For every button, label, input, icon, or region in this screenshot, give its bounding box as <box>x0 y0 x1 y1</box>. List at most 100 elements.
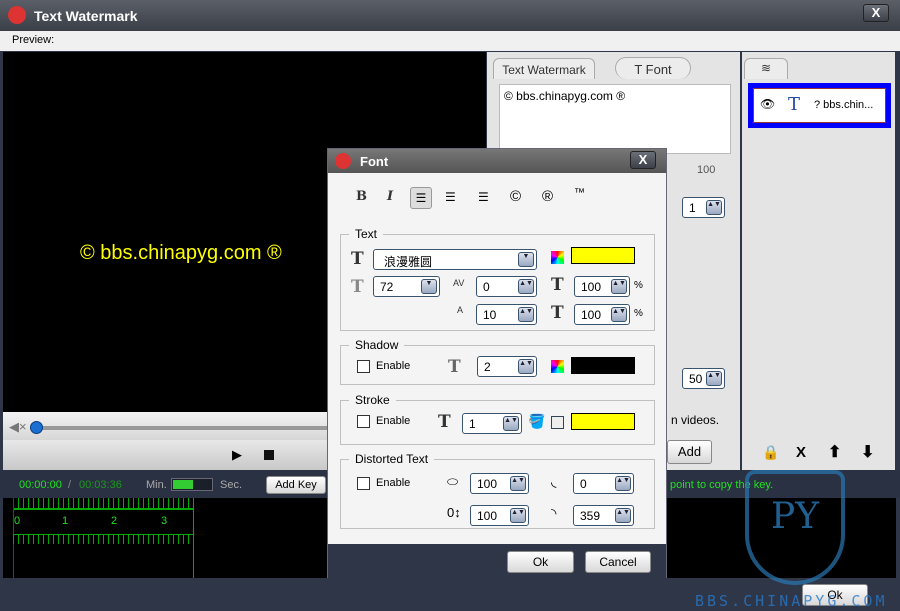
app-icon <box>8 6 26 24</box>
distorted-enable-checkbox[interactable] <box>357 477 370 490</box>
shadow-group-label: Shadow <box>349 338 405 352</box>
window-title: Text Watermark <box>34 8 138 24</box>
vertical-distort-spin[interactable]: 100 ▲▼ <box>470 505 529 526</box>
percent-label: % <box>634 308 643 319</box>
registered-button[interactable]: ® <box>542 188 553 205</box>
layers-panel: ≋ 👁 T ? bbs.chin... 🔒 X ⬆ ⬇ <box>742 52 895 470</box>
align-left-button[interactable]: ☰ <box>410 187 432 209</box>
width-scale-spin[interactable]: 100 ▲▼ <box>574 276 630 297</box>
shadow-icon: T <box>448 357 461 377</box>
start-angle-spin[interactable]: 0 ▲▼ <box>573 473 634 494</box>
tab-font[interactable]: T Font <box>615 57 691 79</box>
font-dialog-title: Font <box>360 154 389 169</box>
font-cancel-button[interactable]: Cancel <box>585 551 651 573</box>
shadow-enable-label: Enable <box>376 360 411 372</box>
ruler-tick: 1 <box>62 515 69 527</box>
stroke-color-checkbox[interactable] <box>551 416 564 429</box>
stroke-group: Stroke Enable T 1 ▲▼ 🪣 <box>340 393 655 445</box>
layer-item[interactable]: 👁 T ? bbs.chin... <box>748 83 891 128</box>
mute-icon[interactable]: ◀× <box>9 419 27 435</box>
preview-label: Preview: <box>0 31 900 51</box>
current-time: 00:00:00 <box>19 479 62 491</box>
shadow-color-swatch[interactable] <box>571 357 635 374</box>
copyright-button[interactable]: © <box>510 188 521 205</box>
line-spacing-spin[interactable]: 10 ▲▼ <box>476 304 537 325</box>
tab-layers[interactable]: ≋ <box>744 58 788 79</box>
play-icon[interactable]: ▶ <box>232 447 242 463</box>
font-size-select[interactable]: 72 ▼ <box>373 276 440 297</box>
stroke-icon: T <box>438 412 451 432</box>
move-up-icon[interactable]: ⬆ <box>828 442 841 462</box>
color-picker-icon[interactable] <box>551 360 564 373</box>
shadow-depth-spin[interactable]: 2 ▲▼ <box>477 356 537 377</box>
font-dialog-close[interactable]: X <box>630 151 656 169</box>
percent-label: % <box>634 280 643 291</box>
close-button[interactable]: X <box>863 4 889 22</box>
text-group-label: Text <box>349 227 384 241</box>
delete-layer-button[interactable]: X <box>796 444 806 461</box>
angle-spin[interactable]: 50 ▲▼ <box>682 368 725 389</box>
repeat-spin[interactable]: 1 ▲▼ <box>682 197 725 218</box>
horizontal-distort-icon: ⬭ <box>447 474 459 489</box>
min-label: Min. <box>146 479 167 491</box>
stroke-color-swatch[interactable] <box>571 413 635 430</box>
watermark-logo: PY <box>745 470 845 585</box>
stop-icon[interactable] <box>264 450 274 460</box>
height-scale-icon: T <box>551 303 564 323</box>
ruler-tick: 2 <box>111 515 118 527</box>
align-center-button[interactable]: ☰ <box>445 190 456 204</box>
seek-handle[interactable] <box>30 421 43 434</box>
font-dialog-footer: Ok Cancel <box>328 544 666 578</box>
eye-icon[interactable]: 👁 <box>760 97 775 111</box>
distorted-group: Distorted Text Enable ⬭ 100 ▲▼ ◟ 0 ▲▼ 0↕ 1… <box>340 452 655 529</box>
time-separator: / <box>68 479 72 491</box>
char-spacing-spin[interactable]: 0 ▲▼ <box>476 276 537 297</box>
info-text: n videos. <box>671 413 720 427</box>
total-time: 00:03:36 <box>79 479 122 491</box>
app-icon <box>335 153 351 169</box>
move-down-icon[interactable]: ⬇ <box>861 442 874 462</box>
font-icon: T <box>351 249 364 269</box>
shadow-group: Shadow Enable T 2 ▲▼ <box>340 338 655 385</box>
layer-label: ? bbs.chin... <box>814 99 874 111</box>
sec-label: Sec. <box>220 479 243 491</box>
height-scale-spin[interactable]: 100 ▲▼ <box>574 304 630 325</box>
font-dialog: Font X B I ☰ ☰ ☰ © ® ™ Text T 浪漫雅圆 ▼ T 72… <box>327 148 667 578</box>
font-dialog-titlebar: Font X <box>328 149 666 173</box>
line-spacing-icon: A <box>457 305 464 315</box>
end-angle-spin[interactable]: 359 ▲▼ <box>573 505 634 526</box>
stroke-width-spin[interactable]: 1 ▲▼ <box>462 413 522 434</box>
lock-icon[interactable]: 🔒 <box>762 444 779 461</box>
tab-text-watermark[interactable]: Text Watermark <box>493 58 595 79</box>
horizontal-distort-spin[interactable]: 100 ▲▼ <box>470 473 529 494</box>
text-color-swatch[interactable] <box>571 247 635 264</box>
watermark-text-input[interactable]: © bbs.chinapyg.com ® <box>499 84 731 154</box>
text-layer-icon: T <box>788 94 801 115</box>
bold-button[interactable]: B <box>356 189 367 204</box>
width-scale-icon: T <box>551 275 564 295</box>
end-angle-icon: ◝ <box>551 505 557 521</box>
paint-bucket-icon[interactable]: 🪣 <box>528 413 545 430</box>
watermark-logo-text: BBS.CHINAPYG.COM <box>695 592 888 610</box>
distorted-group-label: Distorted Text <box>349 452 435 466</box>
char-spacing-icon: AV <box>453 278 465 288</box>
color-picker-icon[interactable] <box>551 251 564 264</box>
stroke-enable-label: Enable <box>376 415 411 427</box>
add-button[interactable]: Add <box>667 440 712 464</box>
font-ok-button[interactable]: Ok <box>507 551 574 573</box>
italic-button[interactable]: I <box>387 189 393 204</box>
ruler-tick: 3 <box>161 515 168 527</box>
stroke-enable-checkbox[interactable] <box>357 415 370 428</box>
align-right-button[interactable]: ☰ <box>478 190 489 204</box>
add-key-button[interactable]: Add Key <box>266 476 326 494</box>
opacity-value: 100 <box>697 164 716 176</box>
start-angle-icon: ◟ <box>551 473 557 489</box>
shadow-enable-checkbox[interactable] <box>357 360 370 373</box>
trademark-button[interactable]: ™ <box>574 187 585 199</box>
ruler-tick: 0 <box>14 515 21 527</box>
font-select[interactable]: 浪漫雅圆 ▼ <box>373 249 537 270</box>
min-sec-toggle[interactable] <box>171 478 213 491</box>
vertical-distort-icon: 0↕ <box>447 505 461 520</box>
distorted-enable-label: Enable <box>376 477 411 489</box>
font-size-icon: T <box>351 277 364 297</box>
